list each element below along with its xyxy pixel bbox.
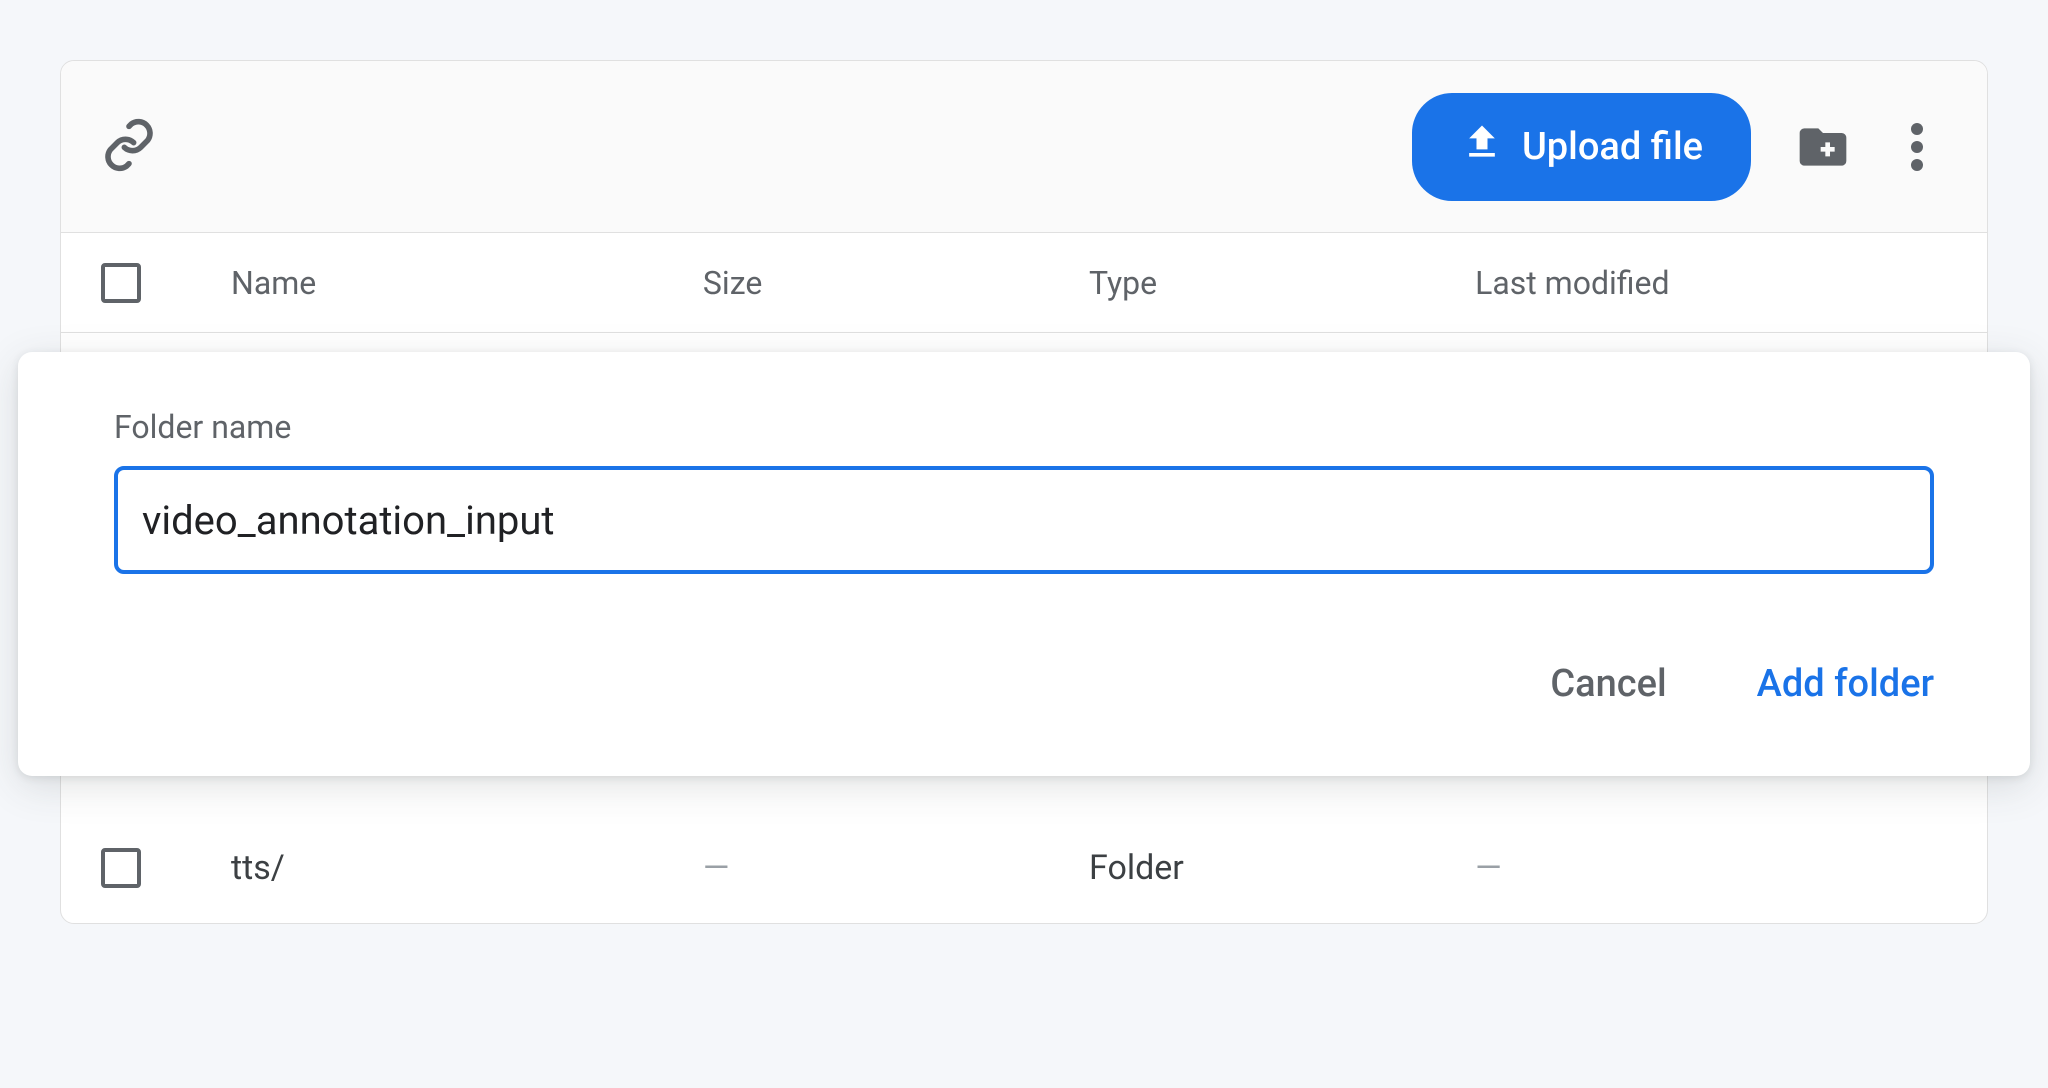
dialog-actions: Cancel Add folder — [114, 662, 1934, 706]
column-header-name[interactable]: Name — [231, 264, 703, 302]
folder-name-input[interactable] — [114, 466, 1934, 574]
select-all-checkbox[interactable] — [101, 263, 141, 303]
row-name: tts/ — [231, 848, 703, 888]
column-header-type[interactable]: Type — [1089, 264, 1475, 302]
folder-name-label: Folder name — [114, 408, 1934, 446]
column-header-size[interactable]: Size — [703, 264, 1089, 302]
column-header-modified[interactable]: Last modified — [1475, 264, 1947, 302]
link-icon[interactable] — [101, 117, 157, 177]
row-type: Folder — [1089, 848, 1475, 888]
upload-file-label: Upload file — [1522, 125, 1703, 169]
toolbar: Upload file — [61, 61, 1987, 233]
cancel-button[interactable]: Cancel — [1550, 662, 1666, 706]
new-folder-button[interactable] — [1787, 111, 1859, 183]
add-folder-button[interactable]: Add folder — [1757, 662, 1934, 706]
column-header-row: Name Size Type Last modified — [61, 233, 1987, 333]
upload-file-button[interactable]: Upload file — [1412, 93, 1751, 201]
more-options-button[interactable] — [1887, 117, 1947, 177]
new-folder-dialog: Folder name Cancel Add folder — [18, 352, 2030, 776]
table-row[interactable]: tts/ — Folder — — [61, 813, 1987, 923]
row-modified: — — [1475, 848, 1947, 888]
row-size: — — [703, 848, 1089, 888]
upload-icon — [1460, 120, 1504, 174]
row-checkbox[interactable] — [101, 848, 141, 888]
